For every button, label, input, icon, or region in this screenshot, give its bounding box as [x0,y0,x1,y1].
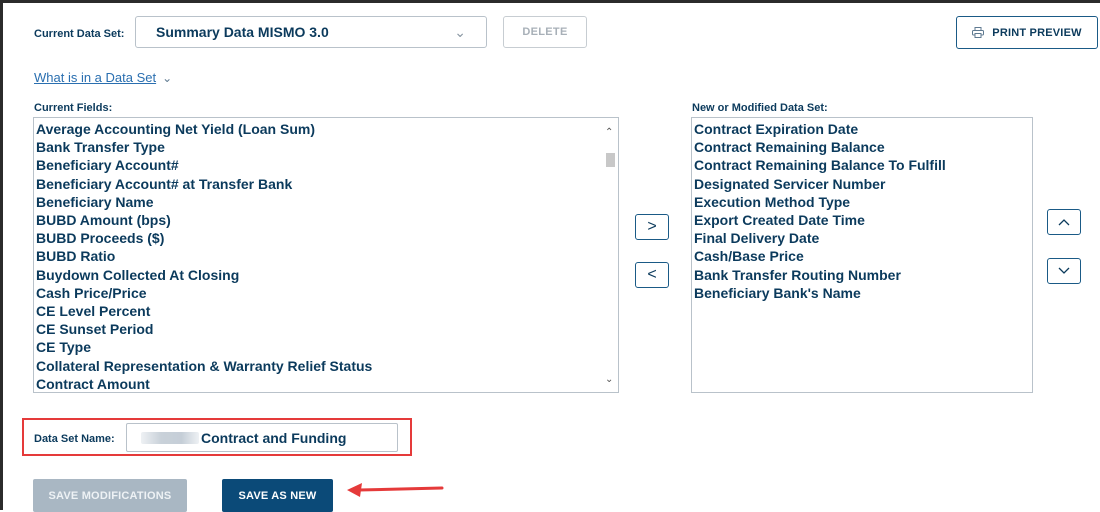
what-is-data-set-text: What is in a Data Set [34,70,157,85]
list-item[interactable]: BUBD Amount (bps) [36,211,618,229]
current-data-set-label: Current Data Set: [34,28,125,40]
list-item[interactable]: Final Delivery Date [694,229,1032,247]
list-item[interactable]: Export Created Date Time [694,211,1032,229]
list-item[interactable]: Collateral Representation & Warranty Rel… [36,357,618,375]
printer-icon [972,27,985,38]
list-item[interactable]: Contract Amount [36,375,618,392]
print-preview-button[interactable]: PRINT PREVIEW [956,16,1098,49]
red-arrow-icon [345,480,445,505]
list-item[interactable]: Bank Transfer Routing Number [694,266,1032,284]
list-item[interactable]: Contract Remaining Balance [694,138,1032,156]
current-data-set-select[interactable]: Summary Data MISMO 3.0 ⌄ [135,16,487,48]
list-item[interactable]: Contract Remaining Balance To Fulfill [694,156,1032,174]
delete-button[interactable]: DELETE [503,16,587,48]
print-preview-label: PRINT PREVIEW [992,26,1082,39]
list-item[interactable]: Beneficiary Account# [36,156,618,174]
list-item[interactable]: Contract Expiration Date [694,120,1032,138]
scroll-up-icon[interactable]: ⌃ [605,127,613,138]
data-set-name-label: Data Set Name: [34,433,115,445]
list-item[interactable]: Beneficiary Bank's Name [694,284,1032,302]
chevron-down-icon: ⌄ [454,24,466,40]
move-right-button[interactable]: > [635,214,669,240]
list-item[interactable]: CE Type [36,338,618,356]
data-set-name-value: Contract and Funding [201,429,347,446]
data-set-name-input[interactable]: Contract and Funding [126,423,398,452]
list-item[interactable]: CE Level Percent [36,302,618,320]
list-item[interactable]: CE Sunset Period [36,320,618,338]
save-modifications-button[interactable]: SAVE MODIFICATIONS [33,479,187,512]
list-item[interactable]: Designated Servicer Number [694,175,1032,193]
scroll-down-icon[interactable]: ⌄ [605,374,613,385]
move-left-button[interactable]: < [635,262,669,288]
redacted-text [141,431,199,444]
list-item[interactable]: BUBD Ratio [36,247,618,265]
what-is-data-set-link[interactable]: What is in a Data Set ⌄ [34,70,172,85]
list-item[interactable]: Bank Transfer Type [36,138,618,156]
new-data-set-label: New or Modified Data Set: [692,102,828,114]
scroll-thumb[interactable] [606,153,615,167]
chevron-down-icon [1058,262,1070,280]
list-item[interactable]: Cash/Base Price [694,247,1032,265]
save-as-new-button[interactable]: SAVE AS NEW [222,479,333,512]
list-item[interactable]: BUBD Proceeds ($) [36,229,618,247]
current-data-set-value: Summary Data MISMO 3.0 [156,24,329,40]
list-item[interactable]: Beneficiary Account# at Transfer Bank [36,175,618,193]
chevron-down-icon: ⌄ [162,71,173,85]
chevron-up-icon [1058,213,1070,231]
move-up-button[interactable] [1047,209,1081,235]
list-item[interactable]: Average Accounting Net Yield (Loan Sum) [36,120,618,138]
list-item[interactable]: Execution Method Type [694,193,1032,211]
current-fields-label: Current Fields: [34,102,113,114]
list-item[interactable]: Buydown Collected At Closing [36,266,618,284]
move-down-button[interactable] [1047,258,1081,284]
current-fields-list[interactable]: Average Accounting Net Yield (Loan Sum) … [33,117,619,393]
list-item[interactable]: Beneficiary Name [36,193,618,211]
list-item[interactable]: Cash Price/Price [36,284,618,302]
new-data-set-list[interactable]: Contract Expiration Date Contract Remain… [691,117,1033,393]
scrollbar[interactable]: ⌃ ⌄ [603,119,617,391]
